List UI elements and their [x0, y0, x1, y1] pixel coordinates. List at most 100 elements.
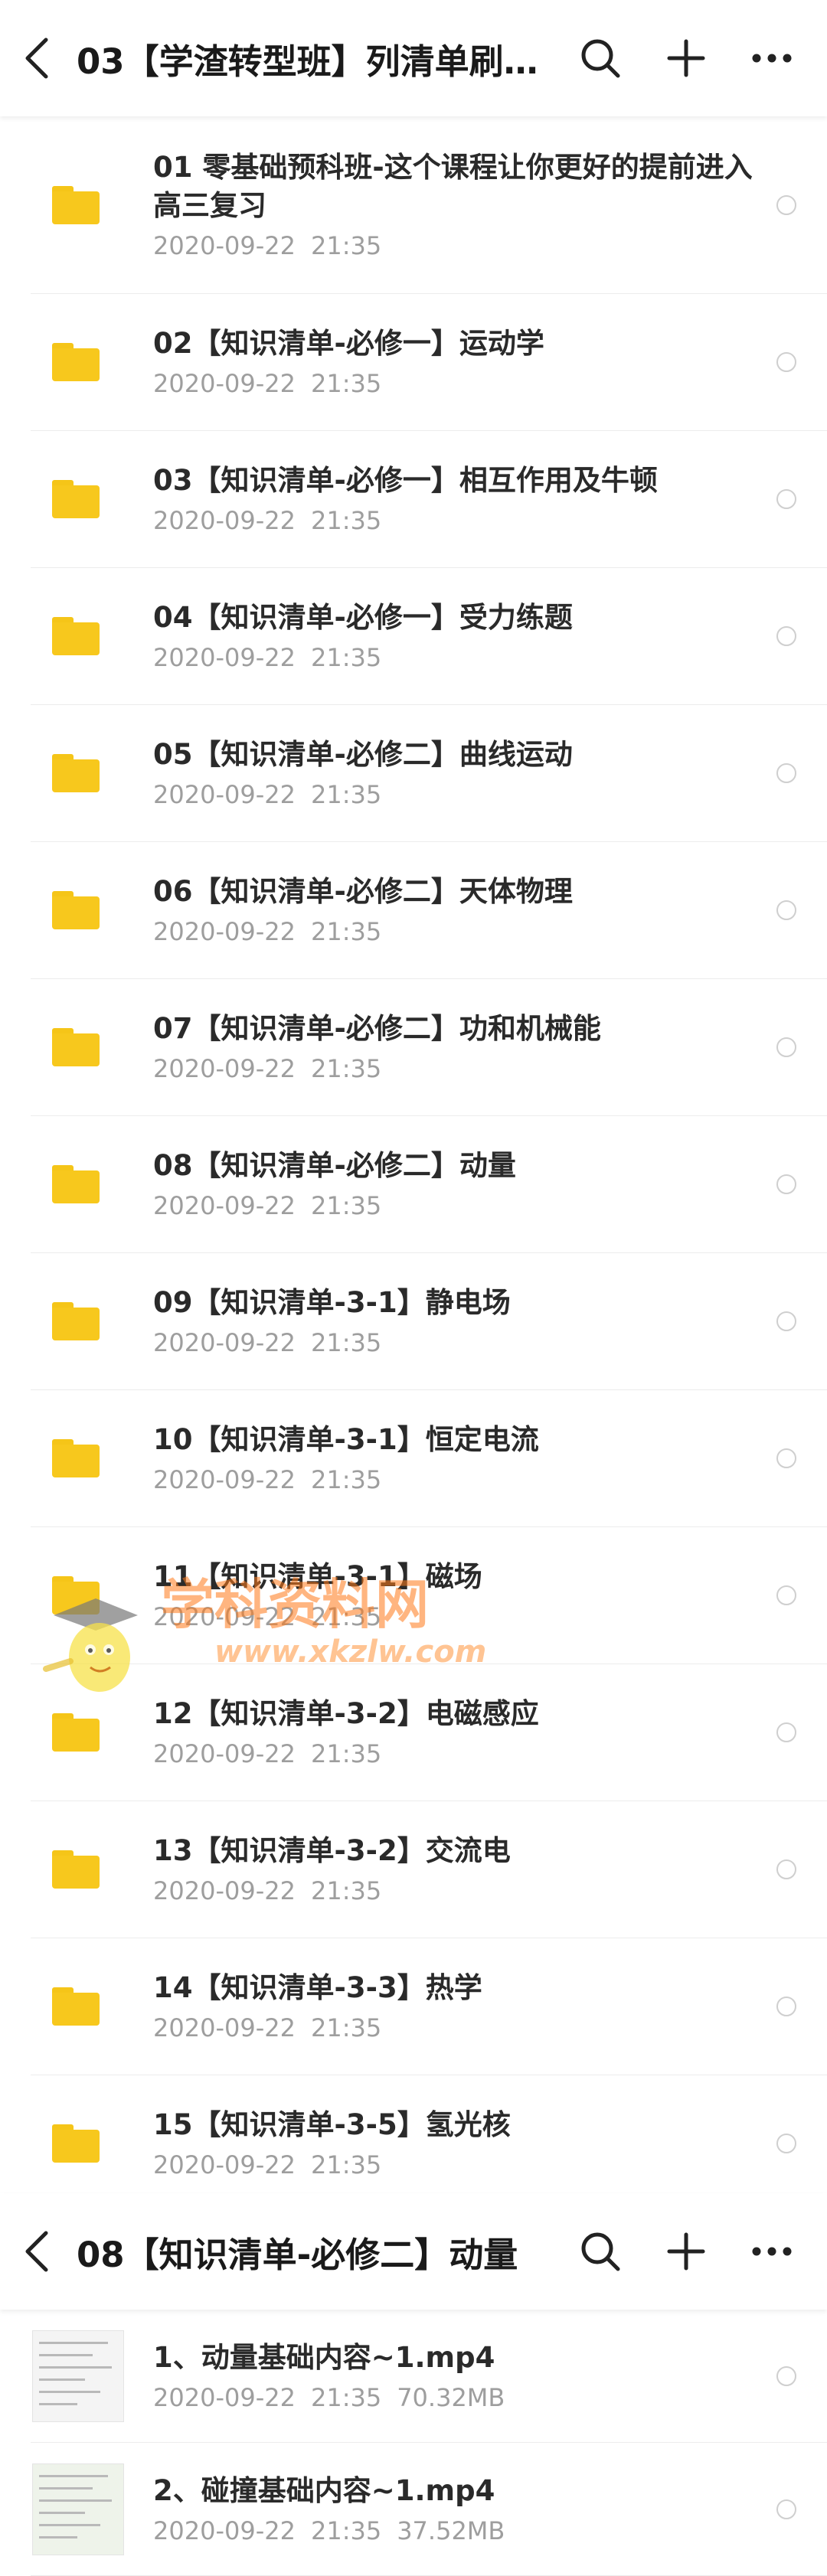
folder-meta: 2020-09-22 21:35	[153, 779, 753, 811]
more-button[interactable]	[729, 20, 815, 96]
back-button-2[interactable]	[23, 2225, 61, 2278]
folder-row[interactable]: 02【知识清单-必修一】运动学 2020-09-22 21:35	[31, 294, 827, 431]
file-date: 2020-09-22	[153, 2516, 296, 2545]
folder-icon	[52, 1302, 100, 1340]
select-radio[interactable]	[776, 763, 796, 783]
folder-name: 01 零基础预科班-这个课程让你更好的提前进入高三复习	[153, 150, 753, 222]
folder-name: 06【知识清单-必修二】天体物理	[153, 875, 573, 908]
folder-icon	[52, 891, 100, 929]
folder-date: 2020-09-22	[153, 1602, 296, 1631]
select-radio[interactable]	[776, 626, 796, 646]
folder-row[interactable]: 06【知识清单-必修二】天体物理 2020-09-22 21:35	[31, 842, 827, 979]
folder-date: 2020-09-22	[153, 1739, 296, 1768]
folder-date: 2020-09-22	[153, 1465, 296, 1494]
select-radio[interactable]	[776, 1585, 796, 1605]
add-button-2[interactable]	[643, 2213, 729, 2290]
folder-icon-wrap	[31, 891, 153, 929]
plus-icon	[667, 39, 705, 77]
folder-row[interactable]: 10【知识清单-3-1】恒定电流 2020-09-22 21:35	[31, 1390, 827, 1527]
folder-row[interactable]: 12【知识清单-3-2】电磁感应 2020-09-22 21:35	[31, 1664, 827, 1801]
select-radio[interactable]	[776, 1448, 796, 1468]
folder-icon-wrap	[31, 1576, 153, 1614]
select-radio[interactable]	[776, 1311, 796, 1331]
select-radio[interactable]	[776, 2499, 796, 2519]
file-list: 1、动量基础内容~1.mp4 2020-09-22 21:35 70.32MB 2、碰撞…	[0, 2310, 827, 2576]
select-radio[interactable]	[776, 2134, 796, 2153]
folder-row[interactable]: 09【知识清单-3-1】静电场 2020-09-22 21:35	[31, 1253, 827, 1390]
folder-date: 2020-09-22	[153, 780, 296, 809]
top-app-bar-2: 08【知识清单-必修二】动量	[0, 2193, 827, 2310]
select-radio[interactable]	[776, 352, 796, 372]
folder-icon-wrap	[31, 1987, 153, 2026]
select-radio[interactable]	[776, 900, 796, 920]
select-radio[interactable]	[776, 1174, 796, 1194]
folder-icon-wrap	[31, 2124, 153, 2163]
select-radio[interactable]	[776, 194, 796, 215]
folder-info: 04【知识清单-必修一】受力练题 2020-09-22 21:35	[153, 599, 776, 674]
folder-time: 21:35	[310, 780, 382, 809]
file-row[interactable]: 1、动量基础内容~1.mp4 2020-09-22 21:35 70.32MB	[31, 2310, 827, 2443]
folder-meta: 2020-09-22 21:35	[153, 642, 753, 674]
folder-row[interactable]: 11【知识清单-3-1】磁场 2020-09-22 21:35	[31, 1527, 827, 1664]
folder-info: 05【知识清单-必修二】曲线运动 2020-09-22 21:35	[153, 736, 776, 811]
search-icon	[581, 39, 620, 78]
folder-info: 06【知识清单-必修二】天体物理 2020-09-22 21:35	[153, 873, 776, 948]
folder-meta: 2020-09-22 21:35	[153, 2149, 753, 2181]
file-info: 2、碰撞基础内容~1.mp4 2020-09-22 21:35 37.52MB	[153, 2472, 776, 2547]
folder-icon-wrap	[31, 1439, 153, 1477]
folder-meta: 2020-09-22 21:35	[153, 1053, 753, 1085]
folder-row[interactable]: 05【知识清单-必修二】曲线运动 2020-09-22 21:35	[31, 705, 827, 842]
folder-row[interactable]: 13【知识清单-3-2】交流电 2020-09-22 21:35	[31, 1801, 827, 1938]
file-row[interactable]: 2、碰撞基础内容~1.mp4 2020-09-22 21:35 37.52MB	[31, 2443, 827, 2576]
more-icon	[752, 2247, 792, 2256]
folder-row[interactable]: 15【知识清单-3-5】氢光核 2020-09-22 21:35	[31, 2075, 827, 2212]
folder-icon-wrap	[31, 1028, 153, 1066]
select-radio[interactable]	[776, 1722, 796, 1742]
folder-meta: 2020-09-22 21:35	[153, 367, 753, 400]
folder-info: 15【知识清单-3-5】氢光核 2020-09-22 21:35	[153, 2106, 776, 2181]
folder-icon	[52, 1987, 100, 2026]
folder-icon-wrap	[31, 754, 153, 792]
folder-row[interactable]: 04【知识清单-必修一】受力练题 2020-09-22 21:35	[31, 568, 827, 705]
add-button[interactable]	[643, 20, 729, 96]
folder-row[interactable]: 07【知识清单-必修二】功和机械能 2020-09-22 21:35	[31, 979, 827, 1116]
top-app-bar: 03【学渣转型班】列清单刷...	[0, 0, 827, 116]
folder-name: 09【知识清单-3-1】静电场	[153, 1286, 511, 1319]
folder-info: 07【知识清单-必修二】功和机械能 2020-09-22 21:35	[153, 1010, 776, 1085]
folder-icon-wrap	[31, 185, 153, 224]
select-radio[interactable]	[776, 1859, 796, 1879]
folder-row[interactable]: 08【知识清单-必修二】动量 2020-09-22 21:35	[31, 1116, 827, 1253]
folder-time: 21:35	[310, 1602, 382, 1631]
folder-date: 2020-09-22	[153, 1054, 296, 1083]
folder-info: 02【知识清单-必修一】运动学 2020-09-22 21:35	[153, 325, 776, 400]
folder-time: 21:35	[310, 230, 382, 260]
folder-date: 2020-09-22	[153, 230, 296, 260]
file-size: 70.32MB	[397, 2382, 505, 2412]
file-meta: 2020-09-22 21:35 37.52MB	[153, 2515, 753, 2547]
back-button[interactable]	[23, 31, 61, 85]
folder-date: 2020-09-22	[153, 2013, 296, 2042]
folder-meta: 2020-09-22 21:35	[153, 230, 753, 262]
folder-name: 15【知识清单-3-5】氢光核	[153, 2108, 511, 2141]
search-button[interactable]	[557, 20, 643, 96]
folder-meta: 2020-09-22 21:35	[153, 1464, 753, 1496]
folder-row[interactable]: 14【知识清单-3-3】热学 2020-09-22 21:35	[31, 1938, 827, 2075]
folder-info: 08【知识清单-必修二】动量 2020-09-22 21:35	[153, 1147, 776, 1222]
folder-meta: 2020-09-22 21:35	[153, 1190, 753, 1222]
more-icon	[752, 54, 792, 63]
folder-row[interactable]: 01 零基础预科班-这个课程让你更好的提前进入高三复习 2020-09-22 21:…	[31, 116, 827, 294]
select-radio[interactable]	[776, 1996, 796, 2016]
folder-time: 21:35	[310, 2150, 382, 2179]
folder-row[interactable]: 03【知识清单-必修一】相互作用及牛顿 2020-09-22 21:35	[31, 431, 827, 568]
folder-icon-wrap	[31, 1850, 153, 1889]
search-button-2[interactable]	[557, 2213, 643, 2290]
select-radio[interactable]	[776, 489, 796, 509]
select-radio[interactable]	[776, 2365, 796, 2386]
folder-icon-wrap	[31, 1165, 153, 1203]
more-button-2[interactable]	[729, 2213, 815, 2290]
folder-meta: 2020-09-22 21:35	[153, 1738, 753, 1770]
folder-meta: 2020-09-22 21:35	[153, 504, 753, 537]
folder-info: 10【知识清单-3-1】恒定电流 2020-09-22 21:35	[153, 1421, 776, 1496]
select-radio[interactable]	[776, 1037, 796, 1057]
folder-meta: 2020-09-22 21:35	[153, 916, 753, 948]
